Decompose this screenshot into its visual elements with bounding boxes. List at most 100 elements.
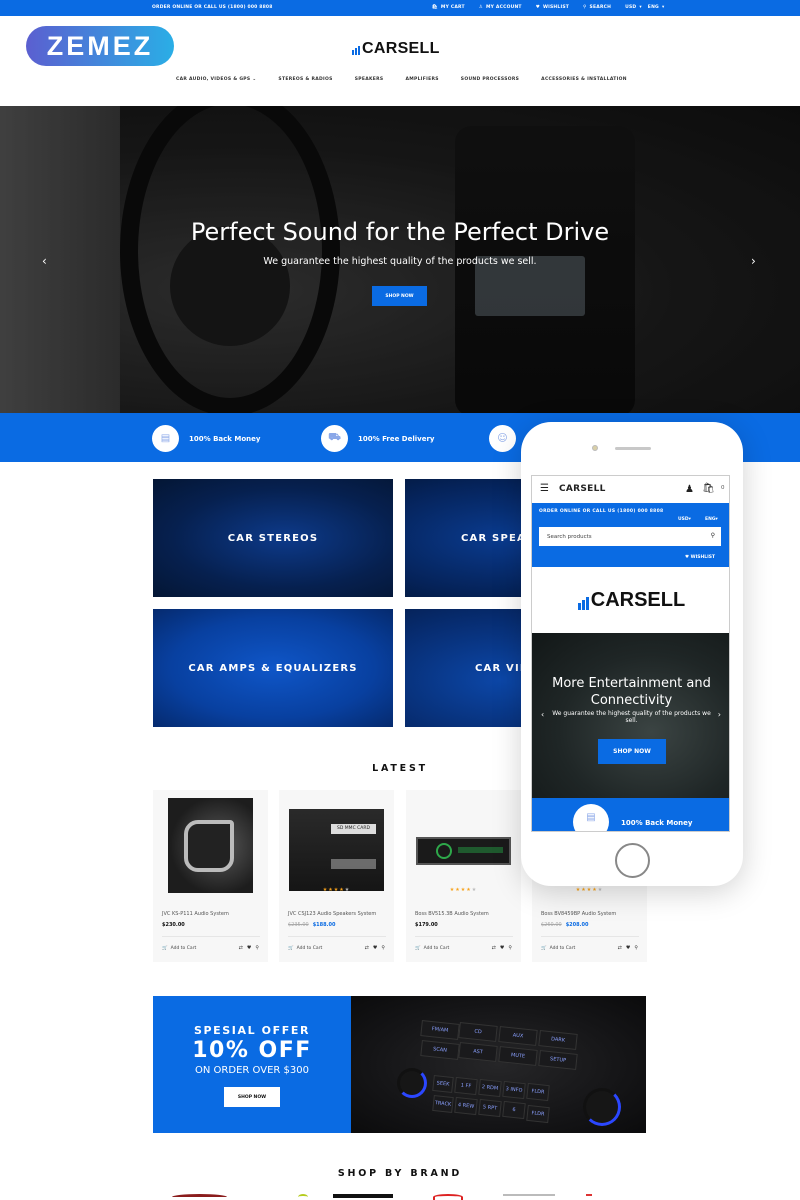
mobile-hero-subtitle: We guarantee the highest quality of the … — [552, 710, 711, 724]
camera-icon — [592, 445, 598, 451]
product-name[interactable]: JVC KS-P111 Audio System — [162, 911, 229, 917]
top-bar: ORDER ONLINE OR CALL US (1800) 000 8808 … — [0, 0, 800, 16]
feature-back-money: ▤ 100% Back Money — [152, 425, 260, 452]
heart-icon[interactable]: ♥ — [626, 945, 630, 951]
special-offer-banner: SPESIAL OFFER 10% OFF ON ORDER OVER $300… — [153, 996, 646, 1133]
mobile-search-input[interactable]: Search products ⚲ — [539, 527, 721, 546]
nav-item-car-audio[interactable]: CAR AUDIO, VIDEOS & GPS ⌄ — [176, 77, 256, 82]
product-rating: ★★★★★ — [449, 887, 478, 893]
language-select[interactable]: ENG ▾ — [648, 5, 665, 10]
hero-shop-now-button[interactable]: SHOP NOW — [372, 286, 427, 306]
brand-logo[interactable] — [586, 1194, 592, 1200]
nav-item-sound-processors[interactable]: SOUND PROCESSORS — [461, 77, 519, 82]
wallet-icon: ▤ — [573, 804, 609, 831]
my-account-link[interactable]: ♙ MY ACCOUNT — [479, 5, 522, 10]
quick-view-icon[interactable]: ⚲ — [634, 945, 638, 951]
product-image — [163, 798, 258, 893]
mobile-header: ☰ CARSELL ♟ 🛍 0 — [532, 476, 729, 503]
compare-icon[interactable]: ⇄ — [618, 945, 622, 951]
brand-logo[interactable] — [503, 1194, 555, 1200]
offer-heading: SPESIAL OFFER — [193, 1024, 311, 1037]
user-icon[interactable]: ♟ — [685, 484, 694, 495]
wallet-icon: ▤ — [152, 425, 179, 452]
product-name[interactable]: Boss BV515.3B Audio System — [415, 911, 489, 917]
phone-mockup: ☰ CARSELL ♟ 🛍 0 ORDER ONLINE OR CALL US … — [521, 422, 743, 886]
mobile-hero-title: More Entertainment and Connectivity — [552, 676, 711, 708]
chevron-left-icon[interactable]: ‹ — [541, 710, 544, 719]
hero-slider: ‹ › Perfect Sound for the Perfect Drive … — [0, 106, 800, 413]
volume-knob — [397, 1068, 427, 1098]
brand-logo[interactable] — [433, 1194, 463, 1200]
nav-item-amplifiers[interactable]: AMPLIFIERS — [405, 77, 438, 82]
hero-subtitle: We guarantee the highest quality of the … — [263, 256, 537, 267]
search-link[interactable]: ⚲ SEARCH — [583, 5, 611, 10]
category-car-stereos[interactable]: CAR STEREOS — [153, 479, 393, 597]
brand-logo[interactable] — [298, 1194, 308, 1200]
feature-free-delivery: ⛟ 100% Free Delivery — [321, 425, 434, 452]
support-icon: ☺ — [489, 425, 516, 452]
site-logo[interactable]: CARSELL — [352, 40, 440, 58]
my-cart-link[interactable]: 🛍 MY CART — [432, 5, 465, 10]
phone-screen: ☰ CARSELL ♟ 🛍 0 ORDER ONLINE OR CALL US … — [531, 475, 730, 832]
product-image — [416, 798, 511, 893]
category-car-amps[interactable]: CAR AMPS & EQUALIZERS — [153, 609, 393, 727]
add-to-cart-button[interactable]: 🛒 Add to Cart — [541, 946, 575, 951]
cart-icon: 🛒 — [288, 946, 294, 951]
quick-view-icon[interactable]: ⚲ — [255, 945, 259, 951]
mobile-shop-now-button[interactable]: SHOP NOW — [598, 739, 666, 764]
chevron-down-icon: ⌄ — [252, 77, 257, 82]
nav-item-accessories[interactable]: ACCESSORIES & INSTALLATION — [541, 77, 627, 82]
main-nav: CAR AUDIO, VIDEOS & GPS ⌄ STEREOS & RADI… — [176, 77, 649, 82]
mobile-currency-select[interactable]: USD▾ — [678, 517, 691, 522]
wishlist-link[interactable]: ♥ WISHLIST — [536, 5, 569, 10]
search-icon[interactable]: ⚲ — [711, 532, 715, 539]
mobile-wishlist-link[interactable]: ♥ WISHLIST — [685, 555, 715, 560]
heart-icon[interactable]: ♥ — [373, 945, 377, 951]
add-to-cart-button[interactable]: 🛒 Add to Cart — [288, 946, 322, 951]
quick-view-icon[interactable]: ⚲ — [508, 945, 512, 951]
chevron-right-icon[interactable]: › — [718, 710, 721, 719]
caret-down-icon: ▾ — [639, 5, 642, 10]
quick-view-icon[interactable]: ⚲ — [381, 945, 385, 951]
product-rating: ★★★★★ — [322, 887, 351, 893]
top-links: 🛍 MY CART ♙ MY ACCOUNT ♥ WISHLIST ⚲ SEARCH U… — [432, 5, 678, 10]
compare-icon[interactable]: ⇄ — [365, 945, 369, 951]
heart-icon: ♥ — [535, 5, 540, 10]
product-name[interactable]: Boss BV8459BP Audio System — [541, 911, 616, 917]
menu-icon[interactable]: ☰ — [540, 484, 549, 494]
search-icon: ⚲ — [583, 5, 587, 10]
zemez-badge[interactable]: ZEMEZ — [26, 26, 174, 66]
tune-knob — [583, 1088, 621, 1126]
home-button[interactable] — [615, 843, 650, 878]
currency-select[interactable]: USD ▾ — [625, 5, 642, 10]
mobile-feature: ▤ 100% Back Money — [532, 798, 729, 831]
shop-by-brand-title: SHOP BY BRAND — [337, 1168, 463, 1179]
cart-count: 0 — [721, 485, 725, 491]
product-card[interactable]: ★★★★★ Boss BV515.3B Audio System $179.00… — [406, 790, 521, 962]
mobile-language-select[interactable]: ENG▾ — [705, 517, 718, 522]
mobile-logo[interactable]: CARSELL — [532, 567, 729, 633]
speaker-grille — [615, 447, 651, 450]
nav-item-speakers[interactable]: SPEAKERS — [355, 77, 384, 82]
cart-icon: 🛒 — [541, 946, 547, 951]
add-to-cart-button[interactable]: 🛒 Add to Cart — [162, 946, 196, 951]
brand-logo[interactable] — [333, 1194, 393, 1200]
compare-icon[interactable]: ⇄ — [492, 945, 496, 951]
heart-icon[interactable]: ♥ — [500, 945, 504, 951]
caret-down-icon: ▾ — [661, 5, 665, 10]
compare-icon[interactable]: ⇄ — [239, 945, 243, 951]
cart-icon: 🛒 — [415, 946, 421, 951]
nav-item-stereos[interactable]: STEREOS & RADIOS — [278, 77, 332, 82]
mobile-topbar: ORDER ONLINE OR CALL US (1800) 000 8808 … — [532, 503, 729, 567]
offer-shop-now-button[interactable]: SHOP NOW — [224, 1087, 280, 1107]
product-card[interactable]: SD MMC CARD ★★★★★ JVC CSJ123 Audio Speak… — [279, 790, 394, 962]
mobile-hero: More Entertainment and Connectivity ‹ We… — [532, 633, 729, 798]
product-card[interactable]: JVC KS-P111 Audio System $230.00 🛒 Add to… — [153, 790, 268, 962]
product-price: $230.00 — [162, 922, 185, 928]
add-to-cart-button[interactable]: 🛒 Add to Cart — [415, 946, 449, 951]
offer-condition: ON ORDER OVER $300 — [195, 1065, 309, 1076]
brand-logo[interactable] — [172, 1194, 227, 1200]
bag-icon[interactable]: 🛍 — [702, 483, 715, 494]
product-name[interactable]: JVC CSJ123 Audio Speakers System — [288, 911, 376, 917]
heart-icon[interactable]: ♥ — [247, 945, 251, 951]
